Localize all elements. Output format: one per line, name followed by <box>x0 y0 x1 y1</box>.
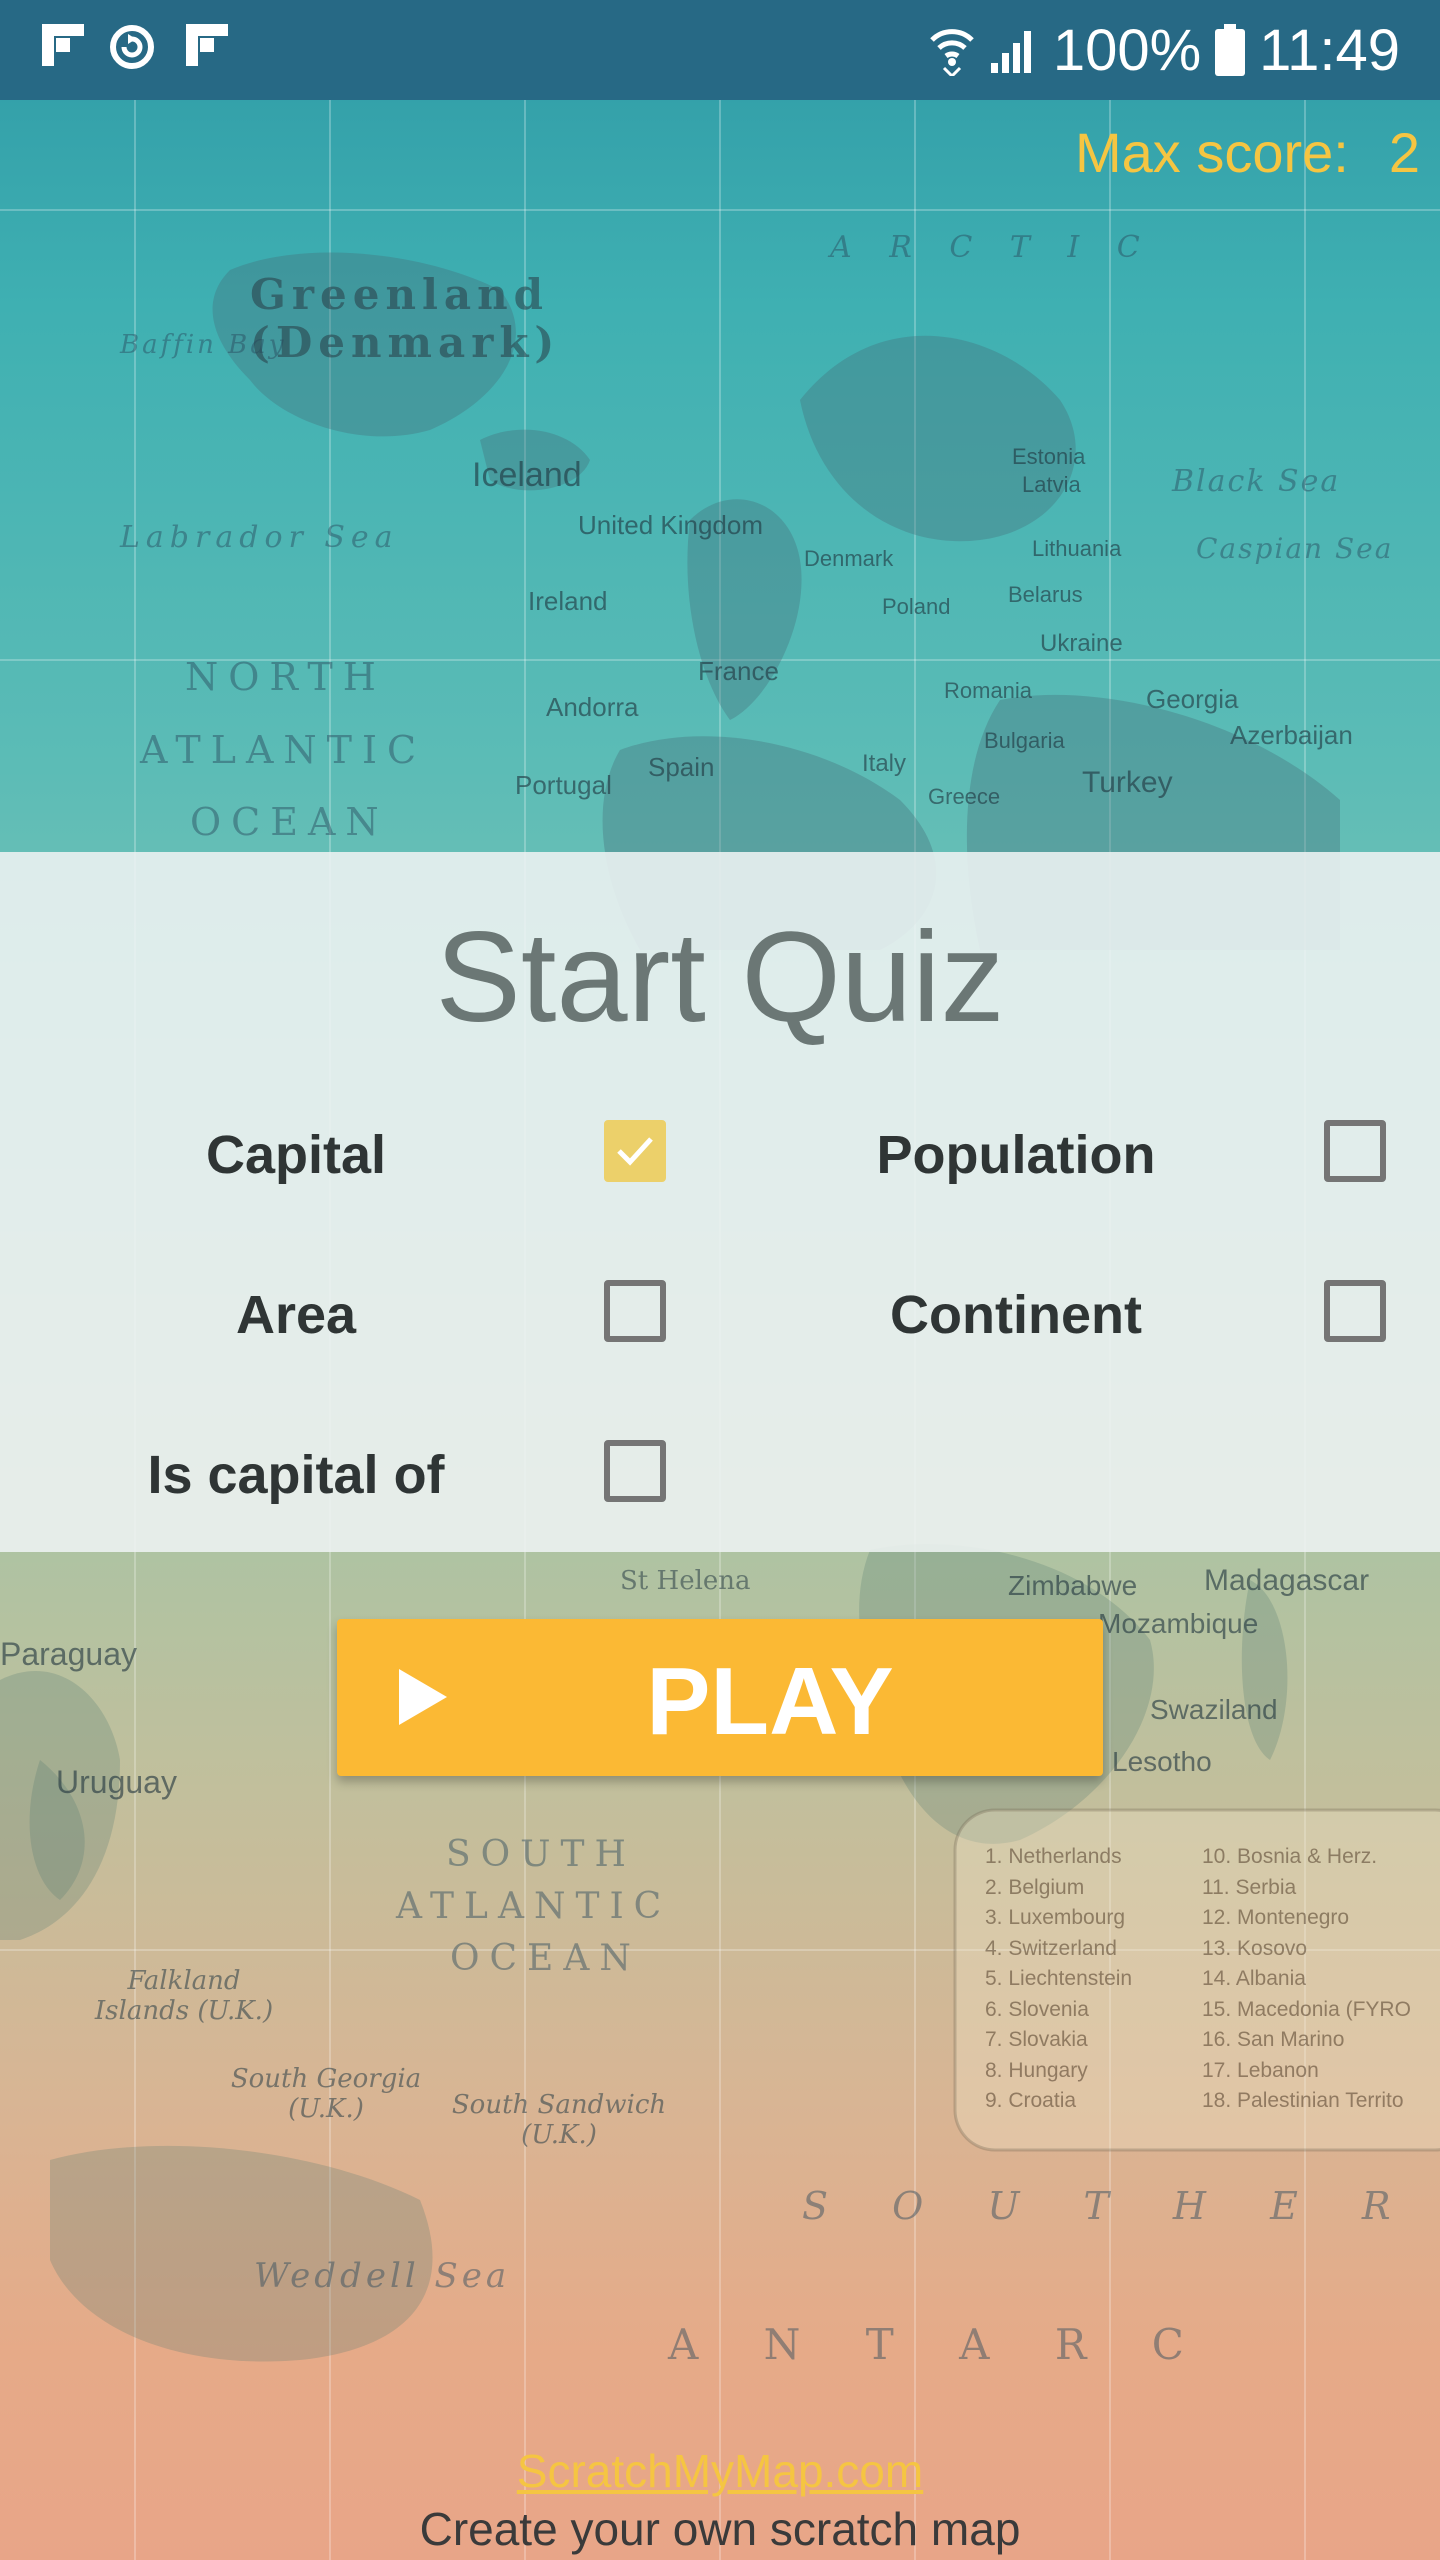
map-label-ukraine: Ukraine <box>1040 630 1123 657</box>
signal-icon <box>989 25 1039 75</box>
map-label-weddell: Weddell Sea <box>254 2256 511 2296</box>
checkbox-continent[interactable] <box>1324 1280 1386 1342</box>
map-label-greenland: Greenland <box>250 270 550 319</box>
wifi-icon <box>929 24 975 76</box>
map-label-spain: Spain <box>648 752 715 782</box>
map-label-latvia: Latvia <box>1022 472 1081 497</box>
map-label-iceland: Iceland <box>472 456 582 494</box>
legend-entry: 3. Luxembourg <box>985 1906 1126 1929</box>
sync-icon <box>108 22 156 70</box>
map-label-andorra: Andorra <box>546 692 639 722</box>
flipboard-icon <box>40 22 88 70</box>
website-link[interactable]: ScratchMyMap.com <box>0 2444 1440 2498</box>
map-label-south-sandwich: South Sandwich (U.K.) <box>451 2090 667 2150</box>
map-label-south-ocean: OCEAN <box>450 1938 641 1979</box>
legend-entry: 6. Slovenia <box>985 1997 1089 2021</box>
quiz-title: Start Quiz <box>435 906 1005 1049</box>
option-label-population: Population <box>876 1125 1156 1185</box>
checkbox-is-capital-of[interactable] <box>604 1440 666 1502</box>
legend-entry: 15. Macedonia (FYRO <box>1202 1997 1411 2021</box>
map-label-uruguay: Uruguay <box>56 1764 177 1800</box>
battery-icon <box>1215 24 1246 76</box>
map-label-portugal: Portugal <box>515 770 612 800</box>
checkmark-icon <box>617 1137 653 1166</box>
map-label-black-sea: Black Sea <box>1172 464 1341 499</box>
map-label-st-helena: St Helena <box>620 1566 751 1596</box>
option-label-capital: Capital <box>205 1125 387 1185</box>
legend-entry: 1. Netherlands <box>985 1845 1122 1868</box>
map-label-antarctica: A N T A R C <box>668 2320 1210 2369</box>
map-legend-col-2: 10. Bosnia & Herz. 11. Serbia 12. Monten… <box>1202 1842 1411 2117</box>
map-label-falkland: Falkland Islands (U.K.) <box>94 1966 274 2026</box>
status-right: 100% 11:49 <box>929 0 1400 100</box>
map-label-poland: Poland <box>882 594 951 619</box>
map-label-azerbaijan: Azerbaijan <box>1230 720 1353 750</box>
map-label-estonia: Estonia <box>1012 444 1086 469</box>
map-label-italy: Italy <box>862 750 907 777</box>
map-label-greece: Greece <box>928 784 1001 809</box>
legend-entry: 17. Lebanon <box>1202 2058 1319 2082</box>
checkbox-population[interactable] <box>1324 1120 1386 1182</box>
map-label-south-georgia: South Georgia (U.K.) <box>230 2064 422 2124</box>
map-label-swaziland: Swaziland <box>1150 1694 1278 1725</box>
footer-tagline: Create your own scratch map <box>419 2503 1021 2555</box>
max-score-value: 2 <box>1388 121 1420 184</box>
map-label-zimbabwe: Zimbabwe <box>1008 1570 1138 1601</box>
map-label-belarus: Belarus <box>1008 582 1083 607</box>
legend-entry: 5. Liechtenstein <box>985 1967 1133 1990</box>
quiz-screen: Greenland (Denmark) Iceland Baffin Bay L… <box>0 0 1440 2560</box>
map-label-southern: S O U T H E R <box>802 2184 1417 2228</box>
map-label-caspian: Caspian Sea <box>1196 532 1394 565</box>
map-label-lithuania: Lithuania <box>1032 536 1122 561</box>
legend-entry: 7. Slovakia <box>985 2028 1088 2051</box>
max-score-label: Max score: <box>1074 121 1349 184</box>
map-label-united-kingdom: United Kingdom <box>578 510 763 540</box>
legend-entry: 2. Belgium <box>985 1875 1085 1899</box>
battery-percentage: 100% <box>1052 17 1202 83</box>
map-label-ireland: Ireland <box>528 586 608 616</box>
map-label-atlantic: ATLANTIC <box>140 728 427 772</box>
checkbox-area[interactable] <box>604 1280 666 1342</box>
option-label-continent: Continent <box>890 1285 1142 1345</box>
legend-entry: 8. Hungary <box>985 2058 1088 2082</box>
map-label-lesotho: Lesotho <box>1112 1746 1212 1777</box>
legend-entry: 11. Serbia <box>1202 1875 1297 1899</box>
quiz-options-panel: Start Quiz Capital Population Area Conti… <box>0 852 1440 1552</box>
map-label-madagascar: Madagascar <box>1204 1564 1370 1597</box>
map-legend-col-1: 1. Netherlands 2. Belgium 3. Luxembourg … <box>985 1842 1132 2117</box>
map-label-denmark: (Denmark) <box>250 318 561 367</box>
legend-entry: 14. Albania <box>1202 1967 1306 1990</box>
map-label-france: France <box>698 656 779 686</box>
map-label-georgia: Georgia <box>1146 684 1239 714</box>
option-label-is-capital-of: Is capital of <box>147 1445 445 1505</box>
map-label-paraguay: Paraguay <box>0 1636 137 1672</box>
map-label-arctic: A R C T I C <box>830 230 1154 265</box>
max-score: Max score: 2 <box>1075 120 1420 185</box>
play-button[interactable]: PLAY <box>337 1619 1103 1776</box>
legend-entry: 16. San Marino <box>1202 2028 1345 2051</box>
map-label-baffin: Baffin Bay <box>120 330 287 360</box>
map-label-turkey: Turkey <box>1082 766 1173 799</box>
option-label-area: Area <box>235 1285 357 1345</box>
map-label-south: SOUTH <box>446 1834 636 1875</box>
status-bar: 100% 11:49 <box>0 0 1440 100</box>
map-label-romania: Romania <box>944 678 1033 703</box>
legend-entry: 18. Palestinian Territo <box>1202 2089 1404 2112</box>
legend-entry: 9. Croatia <box>985 2089 1077 2112</box>
map-label-mozambique: Mozambique <box>1098 1608 1259 1639</box>
map-label-north: NORTH <box>185 655 386 699</box>
checkbox-capital[interactable] <box>604 1120 666 1182</box>
legend-entry: 10. Bosnia & Herz. <box>1202 1845 1378 1868</box>
map-label-bulgaria: Bulgaria <box>984 728 1065 753</box>
map-label-ocean: OCEAN <box>190 800 389 844</box>
legend-entry: 13. Kosovo <box>1202 1936 1308 1960</box>
map-label-labrador: Labrador Sea <box>120 520 399 555</box>
status-time: 11:49 <box>1259 17 1400 83</box>
map-label-denmark-country: Denmark <box>804 546 894 571</box>
legend-entry: 12. Montenegro <box>1202 1906 1350 1929</box>
flipboard-icon <box>184 22 232 70</box>
play-button-label: PLAY <box>646 1648 894 1755</box>
legend-entry: 4. Switzerland <box>985 1936 1117 1960</box>
map-label-south-atlantic: ATLANTIC <box>396 1886 672 1927</box>
